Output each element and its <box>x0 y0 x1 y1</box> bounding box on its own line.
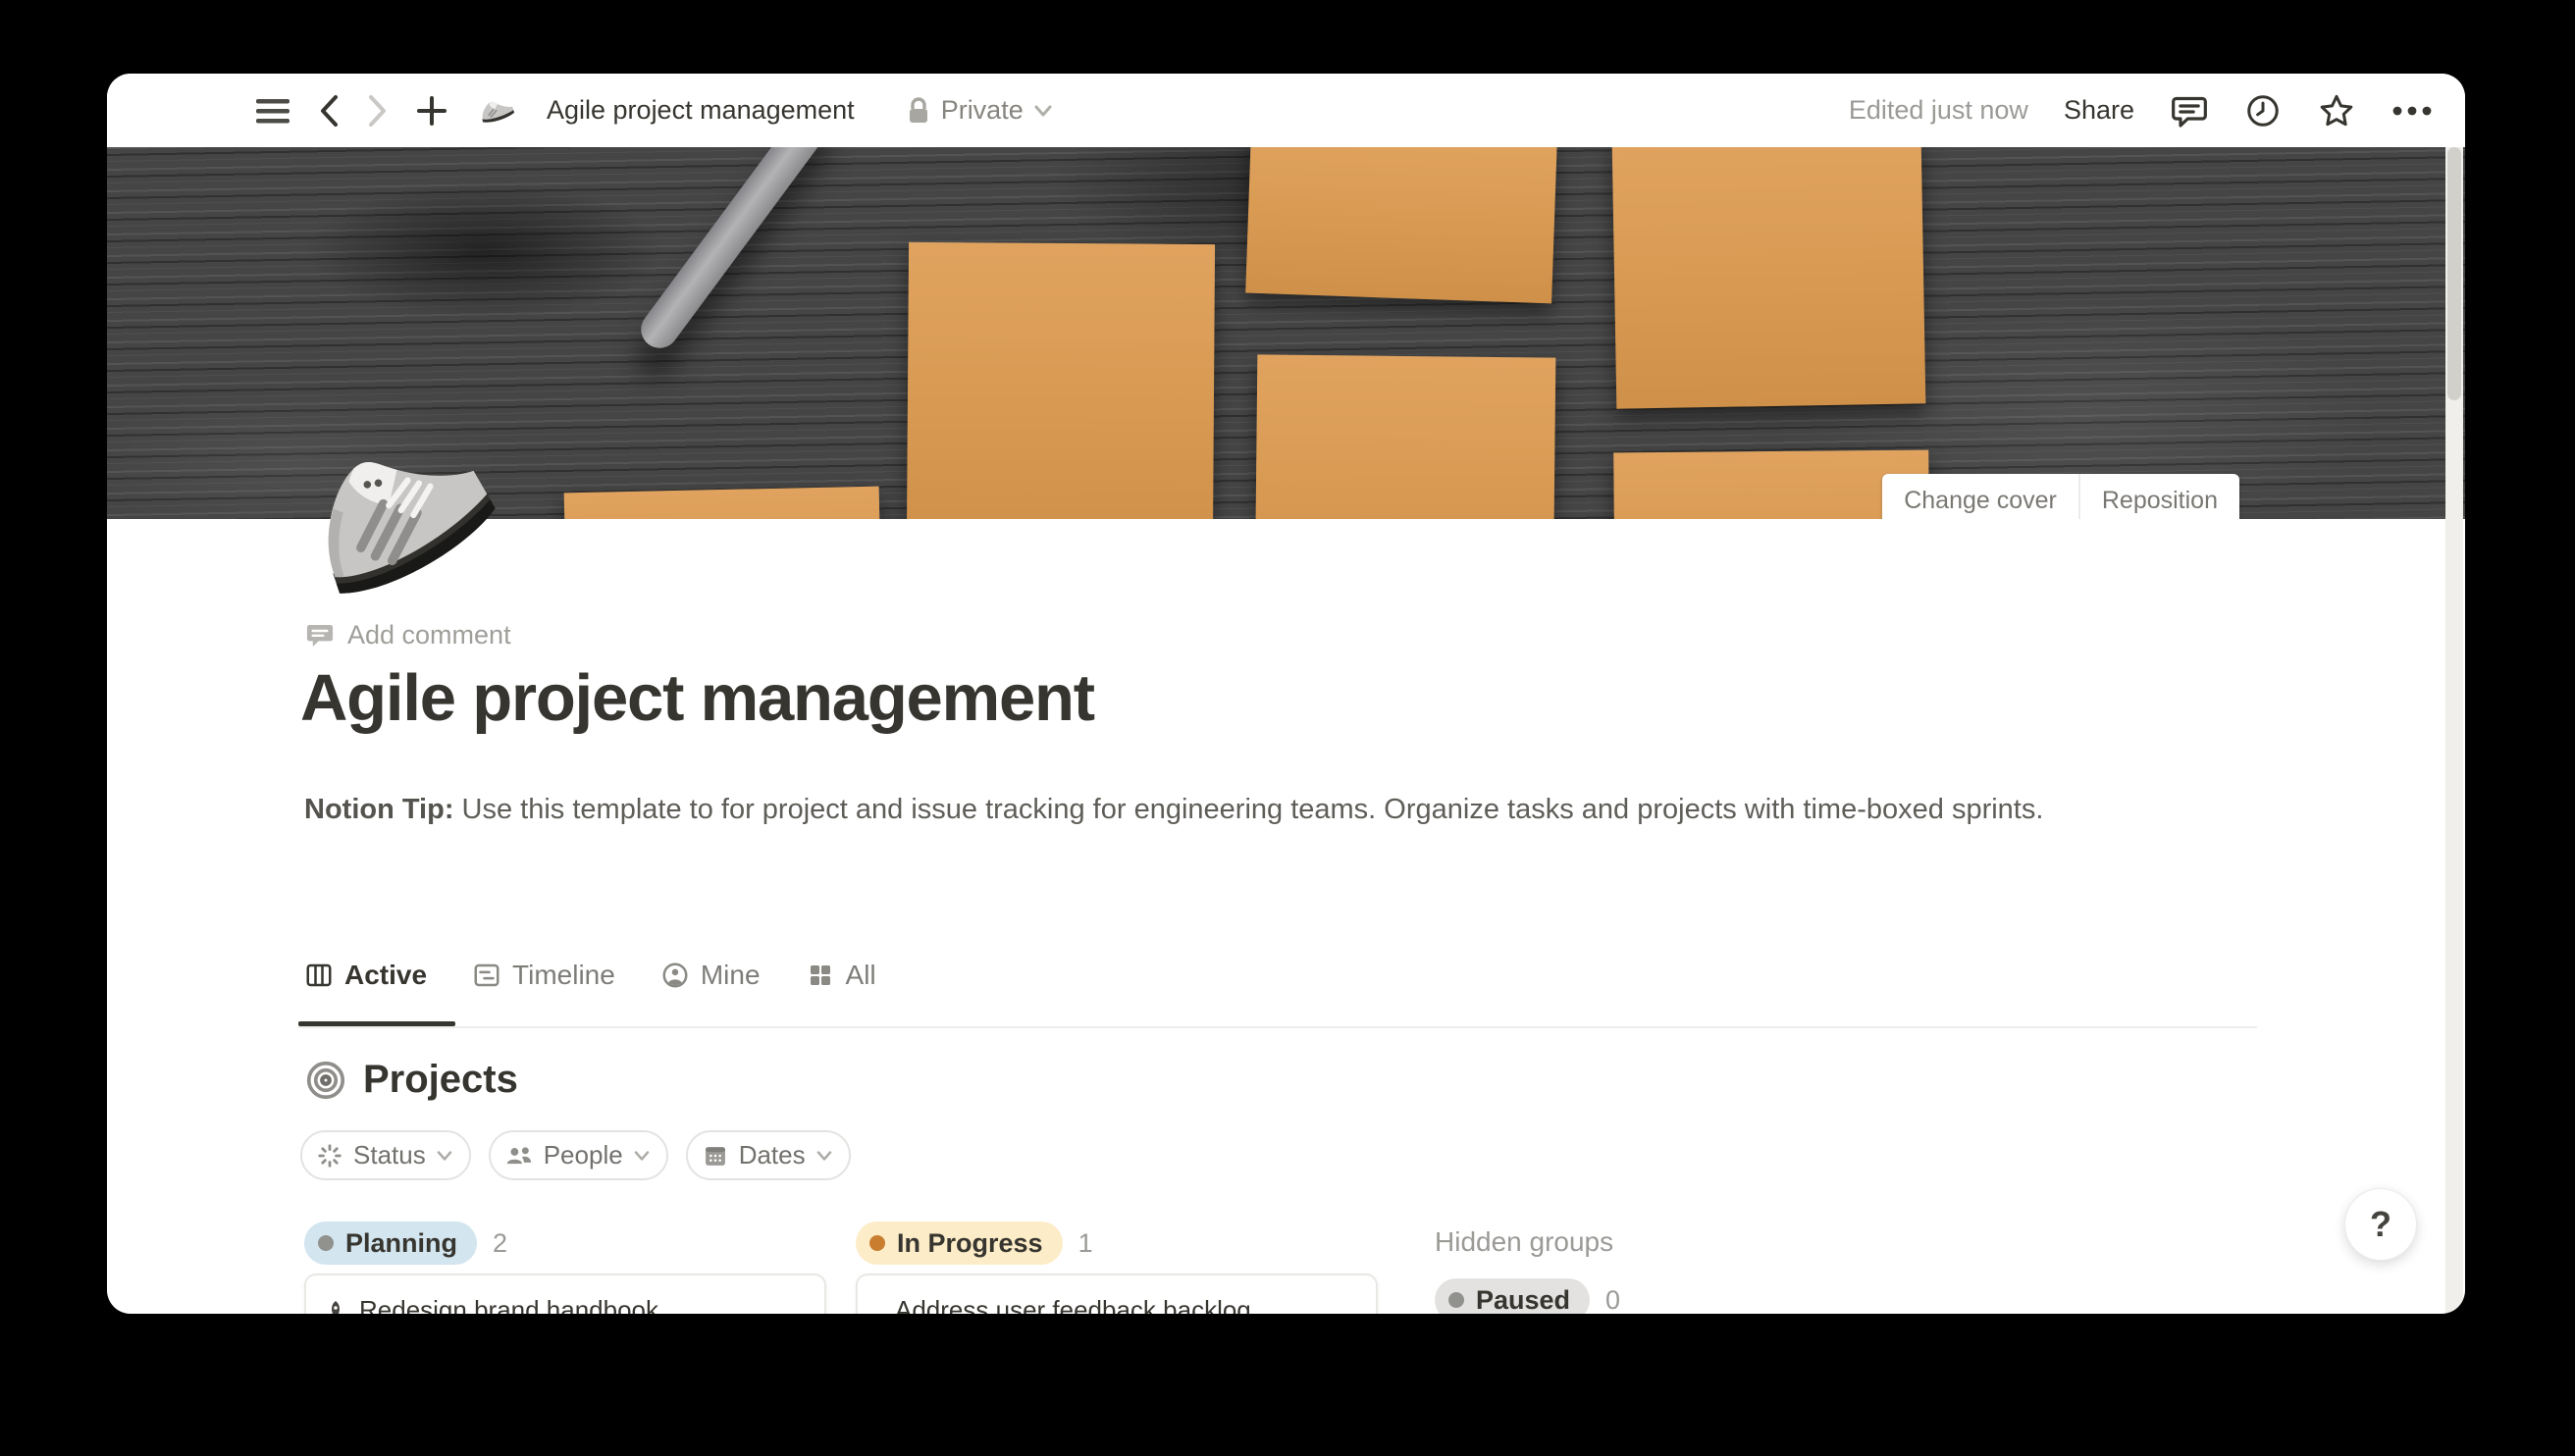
screenshot-stage: Agile project management Private Edited … <box>0 0 2575 1456</box>
tab-label: Active <box>344 960 427 991</box>
hidden-groups-label[interactable]: Hidden groups <box>1435 1226 1613 1258</box>
group-header-in-progress: In Progress 1 <box>856 1222 1093 1265</box>
chevron-down-icon <box>815 1150 833 1162</box>
favorite-button[interactable] <box>2317 91 2356 130</box>
help-button[interactable]: ? <box>2344 1188 2417 1261</box>
tab-label: Mine <box>701 960 761 991</box>
notion-tip-paragraph[interactable]: Notion Tip: Use this template to for pro… <box>304 786 2203 834</box>
tab-mine[interactable]: Mine <box>660 960 761 991</box>
filter-chip-label: Status <box>353 1140 426 1170</box>
chevron-down-icon <box>436 1150 453 1162</box>
back-button[interactable] <box>317 93 341 129</box>
plus-icon <box>415 94 448 128</box>
view-tabs: Active Timeline Mine <box>304 960 876 991</box>
card-icon <box>324 1299 347 1315</box>
group-header-planning: Planning 2 <box>304 1222 507 1265</box>
notion-tip-text: Use this template to for project and iss… <box>453 794 2043 825</box>
edited-status: Edited just now <box>1849 95 2028 126</box>
page-body: Add comment Agile project management Not… <box>107 74 2465 1314</box>
page-icon-sneaker[interactable] <box>289 427 496 613</box>
comments-button[interactable] <box>2170 91 2209 130</box>
chevron-down-icon <box>633 1150 651 1162</box>
tab-label: All <box>846 960 876 991</box>
two-people-icon <box>504 1142 534 1170</box>
group-count: 0 <box>1605 1285 1620 1315</box>
group-label: Paused <box>1476 1285 1570 1315</box>
new-page-button[interactable] <box>415 94 448 128</box>
status-dot <box>318 1235 334 1251</box>
projects-section-header: Projects <box>304 1058 518 1102</box>
window-page-title: Agile project management <box>547 95 855 126</box>
notion-tip-bold: Notion Tip: <box>304 794 453 825</box>
status-dot <box>1448 1292 1464 1308</box>
lock-icon <box>906 96 931 126</box>
tab-all[interactable]: All <box>806 960 876 991</box>
tab-active[interactable]: Active <box>304 960 427 991</box>
chevron-left-icon <box>317 93 341 129</box>
chevron-right-icon <box>366 93 390 129</box>
board-view-icon <box>304 961 334 990</box>
timeline-view-icon <box>472 961 501 990</box>
history-button[interactable] <box>2244 92 2282 130</box>
group-label: Planning <box>345 1228 457 1259</box>
chevron-down-icon <box>1033 104 1053 118</box>
filter-chip-dates[interactable]: Dates <box>686 1130 851 1180</box>
clock-icon <box>2244 92 2282 130</box>
forward-button[interactable] <box>366 93 390 129</box>
notion-window: Agile project management Private Edited … <box>107 74 2465 1314</box>
star-icon <box>2317 91 2356 130</box>
section-title[interactable]: Projects <box>363 1058 518 1102</box>
tab-label: Timeline <box>512 960 615 991</box>
group-count: 1 <box>1078 1228 1093 1259</box>
grid-view-icon <box>806 961 835 990</box>
bullseye-target-icon <box>304 1059 347 1102</box>
card-title: Redesign brand handbook <box>359 1295 658 1314</box>
privacy-menu[interactable]: Private <box>906 95 1053 126</box>
project-card[interactable]: Address user feedback backlog <box>856 1274 1378 1314</box>
card-title: Address user feedback backlog <box>895 1295 1251 1314</box>
filter-bar: Status People <box>300 1130 851 1180</box>
planning-group-pill[interactable]: Planning <box>304 1222 477 1265</box>
tab-timeline[interactable]: Timeline <box>472 960 615 991</box>
more-options-button[interactable] <box>2391 105 2433 117</box>
filter-chip-label: People <box>544 1140 623 1170</box>
comment-bubble-icon <box>304 619 336 650</box>
top-bar: Agile project management Private Edited … <box>107 74 2465 147</box>
comment-bubble-icon <box>2170 91 2209 130</box>
filter-chip-status[interactable]: Status <box>300 1130 471 1180</box>
page-title[interactable]: Agile project management <box>300 660 1094 736</box>
hamburger-icon <box>254 96 291 126</box>
tabs-divider <box>298 1026 2257 1028</box>
privacy-label: Private <box>941 95 1024 126</box>
filter-chip-label: Dates <box>739 1140 806 1170</box>
sidebar-menu-button[interactable] <box>254 96 291 126</box>
filter-chip-people[interactable]: People <box>489 1130 668 1180</box>
group-header-paused: Paused 0 <box>1435 1278 1620 1314</box>
calendar-icon <box>702 1142 729 1170</box>
status-spinner-icon <box>316 1142 343 1170</box>
scrollbar-thumb[interactable] <box>2447 147 2461 400</box>
paused-group-pill[interactable]: Paused <box>1435 1278 1590 1314</box>
status-dot <box>869 1235 885 1251</box>
project-card[interactable]: Redesign brand handbook <box>304 1274 826 1314</box>
ellipsis-icon <box>2391 105 2433 117</box>
group-count: 2 <box>493 1228 507 1259</box>
page-icon-small <box>476 94 515 128</box>
in-progress-group-pill[interactable]: In Progress <box>856 1222 1063 1265</box>
group-label: In Progress <box>897 1228 1043 1259</box>
vertical-scrollbar[interactable] <box>2445 147 2463 1314</box>
person-circle-icon <box>660 961 690 990</box>
share-button[interactable]: Share <box>2064 95 2134 126</box>
